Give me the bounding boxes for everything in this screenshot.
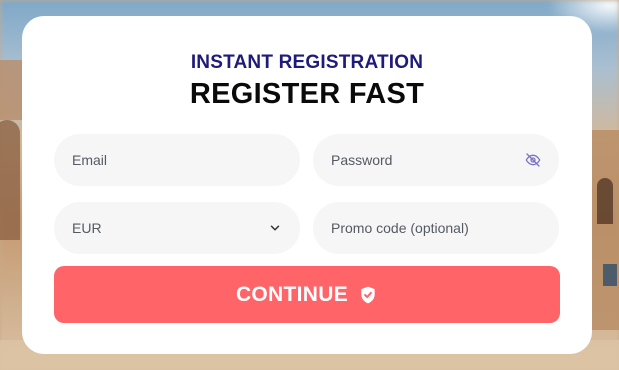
continue-button[interactable]: CONTINUE bbox=[54, 266, 560, 323]
background-wall-left bbox=[0, 60, 24, 120]
email-input[interactable] bbox=[72, 152, 282, 168]
email-field[interactable] bbox=[54, 134, 300, 186]
currency-selected-value: EUR bbox=[72, 220, 102, 236]
background-window-right-lower bbox=[603, 264, 617, 286]
promo-code-input[interactable] bbox=[331, 220, 541, 236]
password-field[interactable] bbox=[313, 134, 559, 186]
registration-subtitle: INSTANT REGISTRATION bbox=[190, 52, 424, 73]
promo-code-field[interactable] bbox=[313, 202, 559, 254]
registration-title: REGISTER FAST bbox=[189, 78, 425, 110]
currency-select[interactable]: EUR bbox=[54, 202, 300, 254]
background-arch-left bbox=[0, 120, 20, 240]
continue-button-label: CONTINUE bbox=[235, 282, 349, 306]
chevron-down-icon bbox=[268, 221, 282, 235]
password-input[interactable] bbox=[331, 152, 519, 168]
eye-off-icon[interactable] bbox=[525, 152, 541, 168]
background-window-right bbox=[597, 178, 613, 224]
shield-check-icon bbox=[358, 285, 378, 305]
registration-card: INSTANT REGISTRATION REGISTER FAST EUR C… bbox=[22, 16, 592, 354]
